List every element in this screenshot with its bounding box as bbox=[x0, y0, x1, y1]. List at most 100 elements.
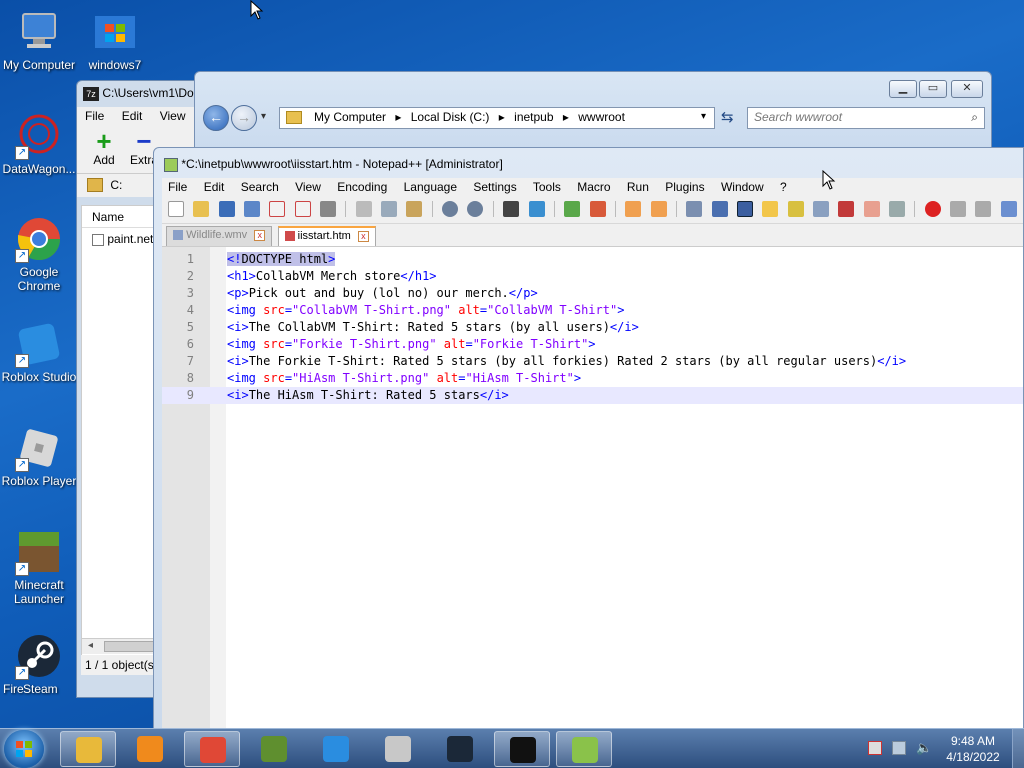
doc-list-icon[interactable] bbox=[838, 201, 855, 217]
desktop-icon-windows7[interactable]: windows7 bbox=[77, 8, 153, 72]
breadcrumb-inetpub[interactable]: inetpub bbox=[514, 110, 553, 124]
scroll-left-icon[interactable]: ◂ bbox=[88, 640, 93, 651]
taskbar-button-roblox-player[interactable] bbox=[370, 731, 426, 767]
folder-up-icon[interactable] bbox=[87, 178, 103, 192]
doc-map-icon[interactable] bbox=[787, 201, 804, 217]
code-editor[interactable]: 1 <!DOCTYPE html> 2 <h1>CollabVM Merch stor… bbox=[162, 246, 1023, 728]
menu-view[interactable]: View bbox=[160, 109, 186, 123]
word-wrap-icon[interactable] bbox=[686, 201, 703, 217]
zoom-out-icon[interactable] bbox=[589, 201, 606, 217]
minimize-button[interactable]: ▁ bbox=[889, 80, 917, 98]
new-file-icon[interactable] bbox=[168, 201, 184, 217]
code-line[interactable]: 4 <img src="CollabVM T-Shirt.png" alt="Co… bbox=[162, 302, 1023, 319]
show-all-chars-icon[interactable] bbox=[711, 201, 728, 217]
clock[interactable]: 9:48 AM 4/18/2022 bbox=[940, 733, 1006, 765]
desktop-icon-roblox-player[interactable]: ↗ Roblox Player bbox=[1, 424, 77, 488]
code-line[interactable]: 2 <h1>CollabVM Merch store</h1> bbox=[162, 268, 1023, 285]
monitoring-icon[interactable] bbox=[889, 201, 905, 217]
show-desktop-button[interactable] bbox=[1012, 729, 1024, 768]
menu-file[interactable]: File bbox=[85, 109, 104, 123]
close-tab-icon[interactable]: x bbox=[254, 230, 266, 241]
record-macro-icon[interactable] bbox=[924, 201, 941, 217]
code-line[interactable]: 1 <!DOCTYPE html> bbox=[162, 251, 1023, 268]
save-all-icon[interactable] bbox=[244, 201, 261, 217]
menu-edit[interactable]: Edit bbox=[204, 180, 225, 194]
menu-macro[interactable]: Macro bbox=[577, 180, 610, 194]
recent-pages-icon[interactable]: ▾ bbox=[261, 111, 266, 122]
notepadpp-window[interactable]: *C:\inetpub\wwwroot\iisstart.htm - Notep… bbox=[153, 147, 1024, 729]
open-file-icon[interactable] bbox=[193, 201, 210, 217]
run-macro-multiple-icon[interactable] bbox=[1000, 201, 1017, 217]
volume-icon[interactable]: 🔈 bbox=[916, 740, 932, 756]
paste-icon[interactable] bbox=[406, 201, 423, 217]
sync-horizontal-icon[interactable] bbox=[650, 201, 667, 217]
address-dropdown-icon[interactable]: ▾ bbox=[701, 111, 706, 122]
breadcrumb-wwwroot[interactable]: wwwroot bbox=[578, 110, 625, 124]
desktop-icon-datawagon[interactable]: ↗ DataWagon... bbox=[1, 112, 77, 176]
folder-workspace-icon[interactable] bbox=[863, 201, 880, 217]
code-line[interactable]: 6 <img src="Forkie T-Shirt.png" alt="Fork… bbox=[162, 336, 1023, 353]
menu-file[interactable]: File bbox=[168, 180, 187, 194]
desktop-icon-steam[interactable]: ↗ Fire Steam bbox=[1, 632, 77, 696]
code-line[interactable]: 8 <img src="HiAsm T-Shirt.png" alt="HiAsm… bbox=[162, 370, 1023, 387]
close-button[interactable]: ✕ bbox=[951, 80, 983, 98]
start-button[interactable] bbox=[4, 730, 44, 768]
taskbar-button-7zip[interactable] bbox=[494, 731, 550, 767]
taskbar-button-media-player[interactable] bbox=[122, 731, 178, 767]
sync-vertical-icon[interactable] bbox=[625, 201, 642, 217]
code-line[interactable]: 3 <p>Pick out and buy (lol no) our merch.… bbox=[162, 285, 1023, 302]
find-icon[interactable] bbox=[503, 201, 520, 217]
taskbar-button-explorer[interactable] bbox=[60, 731, 116, 767]
save-icon[interactable] bbox=[218, 201, 235, 217]
menu-plugins[interactable]: Plugins bbox=[665, 180, 704, 194]
close-tab-icon[interactable]: x bbox=[357, 231, 369, 242]
desktop-icon-chrome[interactable]: ↗ Google Chrome bbox=[1, 215, 77, 293]
taskbar-button-minecraft[interactable] bbox=[246, 731, 302, 767]
refresh-icon[interactable]: ⇆ bbox=[721, 108, 734, 126]
zoom-in-icon[interactable] bbox=[564, 201, 581, 217]
undo-icon[interactable] bbox=[442, 201, 459, 217]
desktop-icon-my-computer[interactable]: My Computer bbox=[1, 8, 77, 72]
close-file-icon[interactable] bbox=[269, 201, 286, 217]
indent-guide-icon[interactable] bbox=[736, 201, 753, 217]
menu-window[interactable]: Window bbox=[721, 180, 764, 194]
add-button[interactable]: + Add bbox=[87, 128, 121, 167]
code-line[interactable]: 5 <i>The CollabVM T-Shirt: Rated 5 stars … bbox=[162, 319, 1023, 336]
menu-encoding[interactable]: Encoding bbox=[337, 180, 387, 194]
menu-language[interactable]: Language bbox=[404, 180, 457, 194]
breadcrumb-my-computer[interactable]: My Computer bbox=[314, 110, 386, 124]
desktop-icon-roblox-studio[interactable]: ↗ Roblox Studio bbox=[1, 320, 77, 384]
taskbar-button-notepadpp[interactable] bbox=[556, 731, 612, 767]
tab-iisstart[interactable]: iisstart.htm x bbox=[277, 226, 376, 246]
copy-icon[interactable] bbox=[381, 201, 398, 217]
udl-icon[interactable] bbox=[762, 201, 779, 217]
replace-icon[interactable] bbox=[528, 201, 545, 217]
menu-edit[interactable]: Edit bbox=[122, 109, 143, 123]
taskbar-button-chrome[interactable] bbox=[184, 731, 240, 767]
maximize-button[interactable]: ▭ bbox=[919, 80, 947, 98]
code-line[interactable]: 9 <i>The HiAsm T-Shirt: Rated 5 stars</i> bbox=[162, 387, 1023, 404]
code-line[interactable]: 7 <i>The Forkie T-Shirt: Rated 5 stars (b… bbox=[162, 353, 1023, 370]
play-macro-icon[interactable] bbox=[975, 201, 992, 217]
breadcrumb-local-disk[interactable]: Local Disk (C:) bbox=[411, 110, 490, 124]
print-icon[interactable] bbox=[320, 201, 337, 217]
desktop-icon-minecraft[interactable]: ↗ Minecraft Launcher bbox=[1, 528, 77, 606]
taskbar-button-steam[interactable] bbox=[432, 731, 488, 767]
close-all-icon[interactable] bbox=[294, 201, 311, 217]
back-button[interactable]: ← bbox=[203, 105, 229, 131]
function-list-icon[interactable] bbox=[812, 201, 829, 217]
action-center-icon[interactable] bbox=[868, 741, 882, 755]
cut-icon[interactable] bbox=[355, 201, 372, 217]
taskbar-button-roblox-studio[interactable] bbox=[308, 731, 364, 767]
menu-view[interactable]: View bbox=[295, 180, 321, 194]
tab-wildlife[interactable]: Wildlife.wmv x bbox=[166, 226, 273, 246]
search-input[interactable]: Search wwwroot ⌕ bbox=[747, 107, 985, 129]
forward-button[interactable]: → bbox=[231, 105, 257, 131]
menu-tools[interactable]: Tools bbox=[533, 180, 561, 194]
menu-settings[interactable]: Settings bbox=[473, 180, 516, 194]
search-icon[interactable]: ⌕ bbox=[971, 110, 978, 125]
menu-help[interactable]: ? bbox=[780, 180, 787, 194]
redo-icon[interactable] bbox=[467, 201, 484, 217]
network-icon[interactable] bbox=[892, 741, 906, 755]
menu-search[interactable]: Search bbox=[241, 180, 279, 194]
